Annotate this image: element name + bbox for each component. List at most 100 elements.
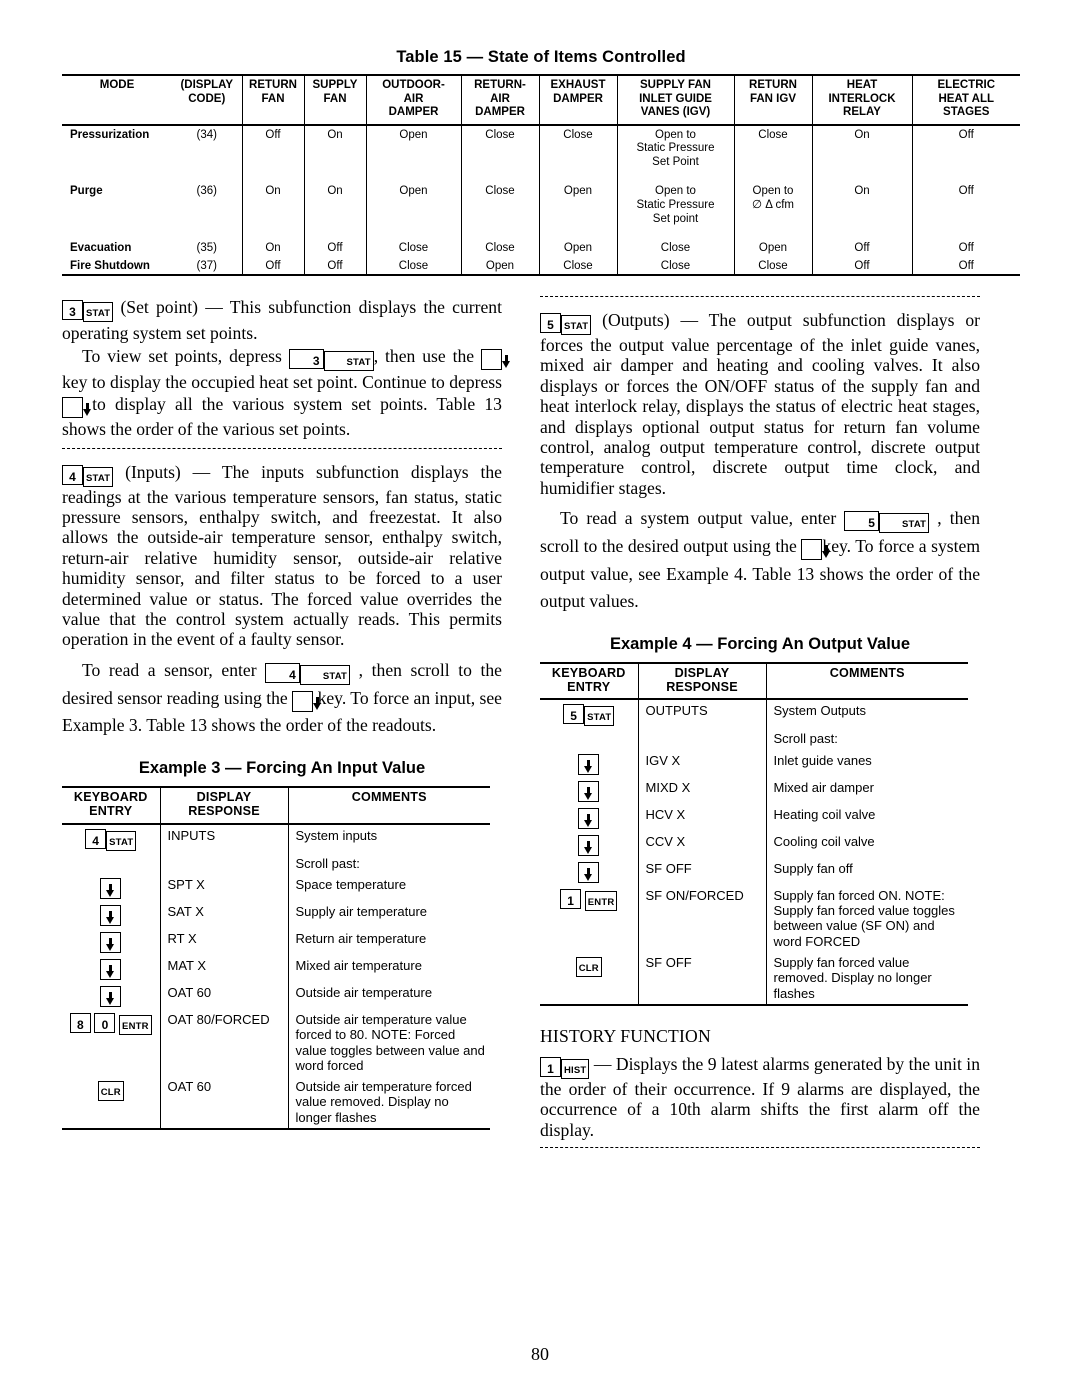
key-combo-3-stat[interactable]: 3 STAT bbox=[62, 297, 114, 322]
key-combo-4-stat-2[interactable]: 4 STAT bbox=[265, 660, 351, 685]
setpoint-paragraph-2: To view set points, depress 3 STAT, then … bbox=[62, 345, 510, 441]
keyboard-entry-cell[interactable] bbox=[540, 831, 638, 858]
key-down-arrow[interactable] bbox=[578, 780, 600, 802]
key-combo-5-stat-2[interactable]: 5 STAT bbox=[844, 508, 930, 534]
key-stat[interactable]: STAT bbox=[83, 466, 114, 487]
down-arrow-icon bbox=[584, 786, 593, 800]
table-row-spacer bbox=[62, 227, 1020, 240]
key-4[interactable]: 4 bbox=[85, 828, 107, 849]
key-stat[interactable]: STAT bbox=[299, 664, 351, 685]
example-3-row: SPT X Space temperature bbox=[62, 873, 490, 901]
comment-cell: Cooling coil valve bbox=[765, 830, 968, 858]
comment-cell: Mixed air temperature bbox=[287, 954, 490, 982]
key-down-arrow[interactable] bbox=[578, 861, 600, 883]
comment-cell: Heating coil valve bbox=[765, 803, 968, 831]
keyboard-entry-cell[interactable]: 5 STAT bbox=[540, 699, 638, 728]
keyboard-entry-cell[interactable] bbox=[62, 955, 160, 982]
key-down-arrow[interactable] bbox=[100, 904, 122, 926]
display-response-cell: SAT X bbox=[159, 900, 288, 928]
key-4[interactable]: 4 bbox=[265, 662, 300, 683]
key-stat[interactable]: STAT bbox=[878, 513, 930, 534]
display-response-cell: OAT 60 bbox=[159, 981, 288, 1009]
key-0[interactable]: 0 bbox=[94, 1012, 116, 1033]
keyboard-entry-cell[interactable]: CLR bbox=[62, 1076, 160, 1129]
key-down-arrow[interactable] bbox=[292, 690, 322, 712]
key-8[interactable]: 8 bbox=[69, 1012, 91, 1033]
keyboard-entry-cell[interactable] bbox=[540, 804, 638, 831]
key-5[interactable]: 5 bbox=[540, 313, 561, 333]
key-down-arrow[interactable] bbox=[481, 348, 510, 370]
history-text: — Displays the 9 latest alarms generated… bbox=[540, 1053, 980, 1140]
key-down-arrow[interactable] bbox=[578, 753, 600, 775]
key-clr[interactable]: CLR bbox=[97, 1081, 124, 1102]
key-stat[interactable]: STAT bbox=[83, 302, 114, 322]
example-3-row: RT X Return air temperature bbox=[62, 927, 490, 955]
example-4-row: 1 ENTR SF ON/FORCED Supply fan forced ON… bbox=[540, 884, 968, 952]
th-return-air-damper: RETURN- AIR DAMPER bbox=[460, 75, 539, 125]
key-5[interactable]: 5 bbox=[563, 704, 585, 725]
keyboard-entry-cell[interactable] bbox=[540, 750, 638, 777]
key-down-arrow[interactable] bbox=[62, 397, 91, 419]
key-down-arrow[interactable] bbox=[801, 539, 831, 561]
key-stat[interactable]: STAT bbox=[323, 350, 374, 371]
key-entr[interactable]: ENTR bbox=[119, 1014, 152, 1035]
key-5[interactable]: 5 bbox=[844, 511, 879, 532]
key-3[interactable]: 3 bbox=[288, 348, 324, 369]
keyboard-entry-cell[interactable]: 1 ENTR bbox=[540, 885, 638, 952]
example-4-row: HCV X Heating coil valve bbox=[540, 803, 968, 831]
example-4-title: Example 4 — Forcing An Output Value bbox=[609, 635, 911, 654]
th-heat-interlock-relay: HEAT INTERLOCK RELAY bbox=[811, 75, 912, 125]
down-arrow-icon bbox=[584, 867, 593, 881]
keyboard-entry-cell[interactable] bbox=[62, 874, 160, 901]
page-number: 80 bbox=[531, 1344, 549, 1364]
history-paragraph: 1 HIST — Displays the 9 latest alarms gen… bbox=[540, 1054, 980, 1140]
document-page: Table 15 — State of Items Controlled MOD… bbox=[0, 0, 1080, 1397]
key-stat[interactable]: STAT bbox=[561, 315, 592, 335]
key-combo-3-stat-2[interactable]: 3 STAT bbox=[288, 346, 374, 371]
example-3-row: 4 STAT INPUTS System inputs bbox=[62, 823, 490, 853]
example-3-row: OAT 60 Outside air temperature bbox=[62, 981, 490, 1009]
key-combo-1-hist[interactable]: 1 HIST bbox=[540, 1054, 590, 1079]
key-stat[interactable]: STAT bbox=[584, 706, 615, 727]
keyboard-entry-cell[interactable] bbox=[540, 777, 638, 804]
key-down-arrow[interactable] bbox=[100, 958, 122, 980]
display-response-cell: OUTPUTS bbox=[637, 699, 766, 729]
keyboard-entry-cell[interactable] bbox=[62, 928, 160, 955]
outputs-paragraph-1: 5 STAT (Outputs) — The output subfunction… bbox=[540, 310, 980, 498]
keyboard-entry-cell[interactable]: CLR bbox=[540, 952, 638, 1005]
key-down-arrow[interactable] bbox=[100, 985, 122, 1007]
comment-cell: Outside air temperature bbox=[287, 981, 490, 1009]
comment-cell: Supply fan forced value removed. Display… bbox=[765, 951, 968, 1005]
down-arrow-icon bbox=[822, 545, 831, 559]
setpoint-text-2c: key to display the occupied heat set poi… bbox=[62, 371, 502, 392]
key-4[interactable]: 4 bbox=[62, 464, 83, 485]
table-row: Purge (36) On On Open Close Open Open to… bbox=[62, 182, 1020, 228]
comment-cell: Mixed air damper bbox=[765, 776, 968, 804]
keyboard-entry-cell[interactable]: 8 0 ENTR bbox=[62, 1009, 160, 1076]
example-3-row: SAT X Supply air temperature bbox=[62, 900, 490, 928]
key-down-arrow[interactable] bbox=[100, 931, 122, 953]
keyboard-entry-cell[interactable] bbox=[62, 901, 160, 928]
down-arrow-icon bbox=[584, 840, 593, 854]
key-3[interactable]: 3 bbox=[62, 300, 83, 320]
key-clr[interactable]: CLR bbox=[575, 956, 602, 977]
key-1[interactable]: 1 bbox=[540, 1056, 561, 1077]
key-down-arrow[interactable] bbox=[578, 807, 600, 829]
display-response-cell: SPT X bbox=[159, 873, 288, 901]
down-arrow-icon bbox=[106, 883, 115, 897]
key-hist[interactable]: HIST bbox=[561, 1058, 590, 1079]
table-row: Pressurization (34) Off On Open Close Cl… bbox=[62, 124, 1020, 171]
left-text-column: 3 STAT (Set point) — This subfunction dis… bbox=[62, 296, 510, 1130]
key-entr[interactable]: ENTR bbox=[584, 890, 618, 911]
display-response-cell bbox=[159, 852, 288, 874]
key-combo-5-stat[interactable]: 5 STAT bbox=[540, 310, 592, 335]
key-down-arrow[interactable] bbox=[100, 877, 122, 899]
key-1[interactable]: 1 bbox=[560, 888, 582, 909]
key-down-arrow[interactable] bbox=[578, 834, 600, 856]
keyboard-entry-cell[interactable] bbox=[540, 858, 638, 885]
keyboard-entry-cell[interactable]: 4 STAT bbox=[62, 824, 160, 853]
key-stat[interactable]: STAT bbox=[106, 830, 137, 851]
th-return-fan-igv: RETURN FAN IGV bbox=[733, 75, 812, 125]
keyboard-entry-cell[interactable] bbox=[62, 982, 160, 1009]
key-combo-4-stat[interactable]: 4 STAT bbox=[62, 462, 114, 487]
